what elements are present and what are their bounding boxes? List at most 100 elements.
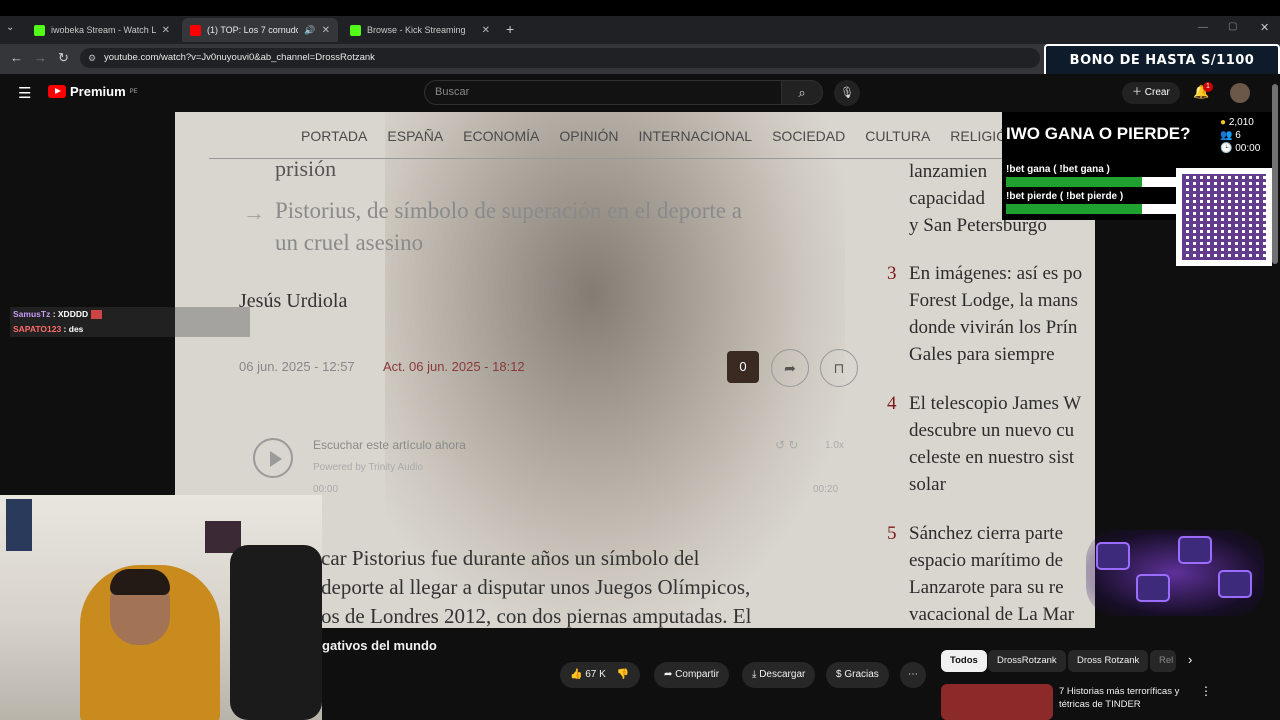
- nav-item: ESPAÑA: [387, 128, 444, 144]
- kebab-menu-icon[interactable]: ⋮: [1200, 684, 1212, 698]
- tab-label: iwobeka Stream - Watch Live o: [51, 25, 156, 35]
- sidebar-number: 4: [887, 393, 897, 414]
- more-actions-button[interactable]: ⋯: [900, 662, 926, 688]
- speaker-icon[interactable]: 🔊: [304, 25, 315, 36]
- tab-youtube[interactable]: (1) TOP: Los 7 cornudos (y c 🔊 ✕: [182, 18, 338, 42]
- loot-crates: [1086, 530, 1264, 616]
- article-updated: Act. 06 jun. 2025 - 18:12: [383, 359, 525, 374]
- sidebar-line: celeste en nuestro sist: [909, 447, 1075, 468]
- close-icon[interactable]: ✕: [482, 25, 490, 36]
- forward-arrow-icon[interactable]: →: [34, 50, 47, 65]
- maximize-icon[interactable]: ▢: [1228, 21, 1237, 32]
- bet-option-lose: !bet pierde ( !bet pierde ): [1006, 191, 1124, 202]
- share-icon: ➦: [664, 669, 673, 680]
- logo-text: Premium: [70, 84, 126, 99]
- bet-stats: ● 2,010 👥 6 🕒 00:00: [1220, 116, 1260, 155]
- window-close-icon[interactable]: ✕: [1260, 21, 1269, 34]
- users-icon: 👥: [1220, 130, 1233, 141]
- webcam-overlay: [0, 495, 322, 720]
- sidebar-line: vacacional de La Mar: [909, 604, 1075, 625]
- share-button[interactable]: ➦ Compartir: [654, 662, 730, 688]
- audio-rewind-icon: ↺ ↻: [775, 438, 799, 452]
- bet-option-win: !bet gana ( !bet gana ): [1006, 164, 1110, 175]
- nav-item: INTERNACIONAL: [638, 128, 753, 144]
- search-button[interactable]: ⌕: [781, 80, 823, 105]
- download-label: Descargar: [759, 669, 806, 680]
- stream-chat: SamusTz : XDDDD SAPATO123 : des: [10, 307, 250, 337]
- video-title: gativos del mundo: [322, 638, 437, 653]
- scrollbar[interactable]: [1272, 84, 1278, 264]
- chat-text: XDDDD: [57, 309, 89, 319]
- recommendation-thumbnail[interactable]: [941, 684, 1053, 720]
- bet-lose-bar: [1006, 204, 1176, 214]
- new-tab-plus-icon[interactable]: +: [506, 21, 514, 37]
- create-label: Crear: [1144, 87, 1170, 98]
- avatar[interactable]: [1230, 83, 1250, 103]
- chip-related[interactable]: Rel: [1150, 650, 1176, 672]
- crate-icon: [1136, 574, 1170, 602]
- streamer-hair: [110, 569, 170, 595]
- chip-channel[interactable]: DrossRotzank: [988, 650, 1066, 672]
- bet-win-fill: [1006, 177, 1142, 187]
- search-input[interactable]: Buscar: [424, 80, 782, 105]
- tab-kick-browse[interactable]: Browse - Kick Streaming ✕: [342, 18, 498, 42]
- bono-banner: BONO DE HASTA S/1100: [1044, 44, 1280, 78]
- kick-favicon-icon: [34, 24, 45, 36]
- author-name: Jesús Urdiola: [239, 290, 348, 312]
- sidebar-number: 5: [887, 523, 897, 544]
- thumbs-down-icon[interactable]: 👎: [617, 669, 629, 680]
- bet-win-bar: [1006, 177, 1176, 187]
- youtube-logo[interactable]: Premium PE: [48, 84, 138, 99]
- sidebar-line: Sánchez cierra parte: [909, 523, 1064, 544]
- chat-message: SamusTz : XDDDD: [13, 307, 250, 322]
- bet-timer: 00:00: [1235, 143, 1261, 154]
- chip-todos[interactable]: Todos: [941, 650, 987, 672]
- sidebar-line: Gales para siempre: [909, 344, 1055, 365]
- download-button[interactable]: ⤓ Descargar: [742, 662, 816, 688]
- kick-favicon-icon: [350, 24, 361, 36]
- plus-icon: ＋: [1132, 87, 1142, 98]
- chat-username: SAPATO123: [13, 324, 62, 334]
- youtube-play-icon: [48, 85, 66, 98]
- chat-text: des: [68, 324, 84, 334]
- site-info-icon[interactable]: ⚙: [88, 48, 96, 68]
- thanks-button[interactable]: $ Gracias: [826, 662, 889, 688]
- coins-count: 2,010: [1228, 117, 1254, 128]
- prision-text: prisión: [275, 156, 337, 181]
- rec-subtitle-line: tétricas de TINDER: [1059, 699, 1141, 710]
- logo-region: PE: [129, 88, 138, 95]
- audio-start-time: 00:00: [313, 484, 339, 495]
- thanks-label: Gracias: [844, 669, 879, 680]
- nav-item: ECONOMÍA: [463, 128, 540, 144]
- sidebar-line: donde vivirán los Prín: [909, 317, 1078, 338]
- minimize-icon[interactable]: —: [1198, 22, 1208, 33]
- coin-icon: ●: [1220, 117, 1227, 128]
- sidebar-line: solar: [909, 474, 946, 495]
- audio-play-icon: [253, 438, 293, 478]
- url-field[interactable]: ⚙ youtube.com/watch?v=Jv0nuyouvi0&ab_cha…: [80, 48, 1040, 68]
- back-arrow-icon[interactable]: ←: [10, 50, 23, 65]
- sidebar-line: Lanzarote para su re: [909, 577, 1064, 598]
- more-icon: ⋯: [908, 669, 918, 680]
- share-label: Compartir: [675, 669, 720, 680]
- close-icon[interactable]: ✕: [162, 25, 170, 36]
- microphone-icon: 🎙: [840, 87, 854, 99]
- hamburger-menu-icon[interactable]: ☰: [18, 84, 31, 102]
- reload-icon[interactable]: ↻: [58, 50, 69, 66]
- crate-icon: [1178, 536, 1212, 564]
- chevron-right-icon[interactable]: ›: [1188, 652, 1192, 667]
- sidebar-number: 3: [887, 263, 897, 284]
- tab-kick-stream[interactable]: iwobeka Stream - Watch Live o ✕: [26, 18, 178, 42]
- sidebar-line: espacio marítimo de: [909, 550, 1064, 571]
- create-button[interactable]: ＋ Crear: [1122, 82, 1180, 104]
- chip-channel-name[interactable]: Dross Rotzank: [1068, 650, 1149, 672]
- like-button[interactable]: 👍 67 K 👎: [560, 662, 640, 688]
- voice-search-button[interactable]: 🎙: [834, 80, 860, 106]
- share-icon: ➦: [771, 349, 809, 387]
- tab-label: (1) TOP: Los 7 cornudos (y c: [207, 25, 299, 35]
- close-icon[interactable]: ✕: [322, 25, 330, 36]
- nav-item: SOCIEDAD: [772, 128, 846, 144]
- tab-search-icon[interactable]: ⌄: [6, 22, 14, 33]
- recommendation-title[interactable]: 7 Historias más terroríficas y tétricas …: [1059, 685, 1199, 711]
- clock-icon: 🕒: [1220, 143, 1233, 154]
